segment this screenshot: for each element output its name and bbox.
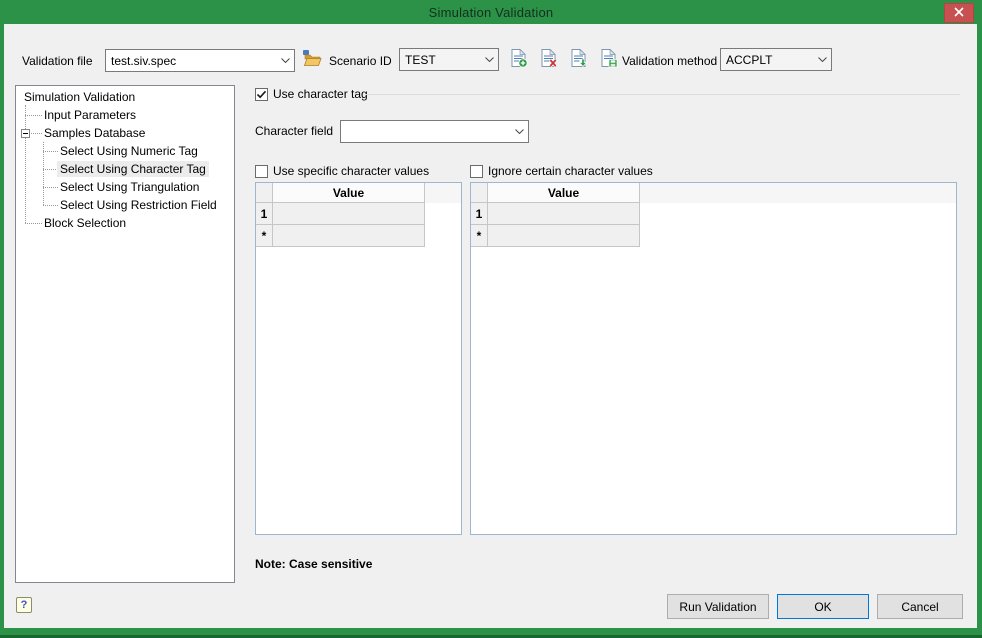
character-field-label: Character field <box>255 124 333 139</box>
dialog-content: Validation file test.siv.spec Scenario I… <box>4 24 977 628</box>
ok-button[interactable]: OK <box>777 594 869 619</box>
group-divider <box>365 94 960 95</box>
validation-file-combobox[interactable]: test.siv.spec <box>105 49 295 72</box>
scenario-id-label: Scenario ID <box>329 54 392 69</box>
help-button[interactable]: ? <box>16 597 32 613</box>
validation-file-value: test.siv.spec <box>106 51 276 71</box>
checkbox-checked-icon[interactable] <box>255 88 268 101</box>
close-button[interactable] <box>944 3 974 23</box>
close-icon <box>954 6 964 20</box>
table-row-header[interactable]: * <box>471 225 488 247</box>
scenario-id-value: TEST <box>400 50 480 70</box>
chevron-down-icon <box>813 57 831 62</box>
help-icon: ? <box>21 599 28 611</box>
tree-item-select-numeric-tag[interactable]: Select Using Numeric Tag <box>57 143 201 159</box>
document-delete-icon <box>540 48 558 71</box>
save-scenario-button[interactable] <box>598 48 620 70</box>
chevron-down-icon <box>510 129 528 134</box>
table-column-header[interactable]: Value <box>488 183 640 203</box>
validation-file-label: Validation file <box>22 54 93 69</box>
document-save-icon <box>600 48 618 71</box>
ignore-values-table: Value 1 * <box>470 182 957 535</box>
table-column-header[interactable]: Value <box>273 183 425 203</box>
table-corner-cell <box>471 183 488 203</box>
validation-method-label: Validation method <box>622 54 717 69</box>
ignore-values-label[interactable]: Ignore certain character values <box>488 164 653 178</box>
checkbox-unchecked-icon[interactable] <box>470 165 483 178</box>
run-validation-button[interactable]: Run Validation <box>667 594 769 619</box>
use-specific-values-checkbox[interactable]: Use specific character values <box>255 164 429 178</box>
document-add-icon <box>510 48 528 71</box>
tree-item-select-character-tag[interactable]: Select Using Character Tag <box>57 161 209 177</box>
tree-item-select-triangulation[interactable]: Select Using Triangulation <box>57 179 202 195</box>
tree-item-samples-database[interactable]: Samples Database <box>41 125 148 141</box>
tree-item-input-parameters[interactable]: Input Parameters <box>41 107 139 123</box>
window-title: Simulation Validation <box>429 5 554 20</box>
case-sensitive-note: Note: Case sensitive <box>255 557 372 571</box>
document-import-icon <box>570 48 588 71</box>
table-corner-cell <box>256 183 273 203</box>
use-character-tag-label[interactable]: Use character tag <box>273 87 368 101</box>
ignore-values-checkbox[interactable]: Ignore certain character values <box>470 164 653 178</box>
title-bar[interactable]: Simulation Validation <box>0 0 982 24</box>
tree-item-select-restriction-field[interactable]: Select Using Restriction Field <box>57 197 220 213</box>
table-row-header[interactable]: * <box>256 225 273 247</box>
validation-method-value: ACCPLT <box>721 50 813 70</box>
table-row-header[interactable]: 1 <box>256 203 273 225</box>
scenario-id-combobox[interactable]: TEST <box>399 48 499 71</box>
tree-item-simulation-validation[interactable]: Simulation Validation <box>21 89 138 105</box>
table-value-cell[interactable] <box>273 225 425 247</box>
open-folder-icon <box>302 49 322 70</box>
open-folder-button[interactable] <box>301 48 323 70</box>
checkbox-unchecked-icon[interactable] <box>255 165 268 178</box>
import-scenario-button[interactable] <box>568 48 590 70</box>
validation-method-combobox[interactable]: ACCPLT <box>720 48 832 71</box>
chevron-down-icon <box>276 58 294 63</box>
use-character-tag-checkbox[interactable]: Use character tag <box>255 87 368 101</box>
use-specific-values-label[interactable]: Use specific character values <box>273 164 429 178</box>
delete-scenario-button[interactable] <box>538 48 560 70</box>
table-value-cell[interactable] <box>273 203 425 225</box>
table-row-header[interactable]: 1 <box>471 203 488 225</box>
specific-values-table: Value 1 * <box>255 182 462 535</box>
table-value-cell[interactable] <box>488 203 640 225</box>
chevron-down-icon <box>480 57 498 62</box>
tree-item-block-selection[interactable]: Block Selection <box>41 215 129 231</box>
cancel-button[interactable]: Cancel <box>877 594 963 619</box>
character-field-combobox[interactable] <box>340 120 529 143</box>
table-value-cell[interactable] <box>488 225 640 247</box>
add-scenario-button[interactable] <box>508 48 530 70</box>
navigation-tree: Simulation Validation Input Parameters S… <box>15 85 235 583</box>
